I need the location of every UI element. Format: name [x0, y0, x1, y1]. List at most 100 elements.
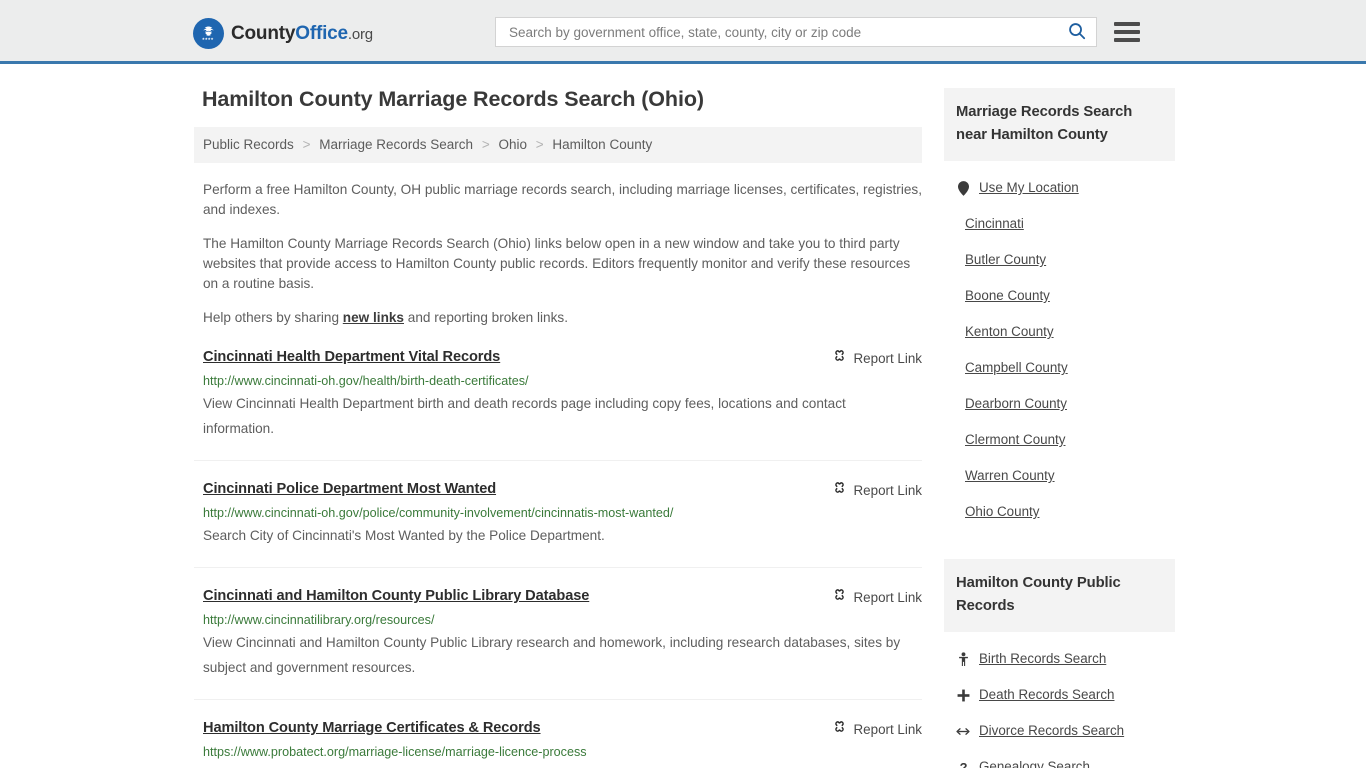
sidebar-item-dearborn-county[interactable]: Dearborn County: [944, 386, 1175, 422]
panel-nearby-searches: Marriage Records Search near Hamilton Co…: [944, 88, 1175, 534]
result-description: View Cincinnati Health Department birth …: [203, 396, 846, 436]
sidebar-link[interactable]: Divorce Records Search: [979, 722, 1124, 740]
page-title: Hamilton County Marriage Records Search …: [202, 87, 704, 111]
result-header: Cincinnati Health Department Vital Recor…: [203, 347, 922, 368]
intro-paragraph-1: Perform a free Hamilton County, OH publi…: [203, 182, 922, 217]
intro-paragraph-2: The Hamilton County Marriage Records Sea…: [203, 236, 911, 291]
breadcrumb-item-ohio[interactable]: Ohio: [498, 137, 527, 152]
sidebar-item-campbell-county[interactable]: Campbell County: [944, 350, 1175, 386]
broken-link-icon: [832, 587, 847, 607]
search-box[interactable]: [495, 17, 1097, 47]
question-mark-icon: ?: [956, 760, 970, 768]
report-link-label: Report Link: [853, 482, 922, 498]
results-list: Cincinnati Health Department Vital Recor…: [194, 347, 922, 768]
panel-public-records: Hamilton County Public Records Birth Rec…: [944, 559, 1175, 768]
report-link-label: Report Link: [853, 350, 922, 366]
sidebar-item-butler-county[interactable]: Butler County: [944, 242, 1175, 278]
sidebar-link[interactable]: Death Records Search: [979, 686, 1114, 704]
sidebar-item-warren-county[interactable]: Warren County: [944, 458, 1175, 494]
svg-text:?: ?: [959, 760, 967, 768]
result-description: View Hamilton County, Ohio marriage cert…: [203, 762, 913, 768]
hamburger-menu-icon[interactable]: [1114, 21, 1140, 43]
panel-public-records-body: Birth Records Search Death Records Searc…: [944, 632, 1175, 768]
sidebar-item-ohio-county[interactable]: Ohio County: [944, 494, 1175, 530]
logo-text-county: County: [231, 22, 296, 44]
breadcrumb-separator: >: [302, 137, 311, 152]
report-link-button[interactable]: Report Link: [832, 587, 922, 607]
main-column: Hamilton County Marriage Records Search …: [194, 64, 922, 768]
cross-icon: [956, 689, 970, 702]
report-link-button[interactable]: Report Link: [832, 348, 922, 368]
site-header: CountyOffice.org: [0, 0, 1366, 64]
help-suffix: and reporting broken links.: [404, 310, 568, 325]
intro-text: Perform a free Hamilton County, OH publi…: [194, 180, 922, 328]
sidebar-link[interactable]: Kenton County: [965, 323, 1054, 341]
result-title-link[interactable]: Cincinnati and Hamilton County Public Li…: [203, 586, 589, 606]
result-item: Cincinnati Health Department Vital Recor…: [194, 347, 922, 461]
result-item: Hamilton County Marriage Certificates & …: [194, 718, 922, 768]
result-url[interactable]: https://www.probatect.org/marriage-licen…: [203, 744, 922, 760]
map-pin-icon: [956, 180, 970, 196]
panel-nearby-body: Use My Location Cincinnati Butler County…: [944, 161, 1175, 534]
page-body: Hamilton County Marriage Records Search …: [0, 64, 1366, 768]
site-logo-text: CountyOffice.org: [231, 23, 373, 45]
result-title-link[interactable]: Hamilton County Marriage Certificates & …: [203, 718, 541, 738]
breadcrumb-item-hamilton-county[interactable]: Hamilton County: [552, 137, 652, 152]
sidebar-item-death-records-search[interactable]: Death Records Search: [944, 677, 1175, 713]
sidebar-item-genealogy-search[interactable]: ? Genealogy Search: [944, 749, 1175, 768]
sidebar-link[interactable]: Genealogy Search: [979, 758, 1090, 768]
sidebar-item-birth-records-search[interactable]: Birth Records Search: [944, 641, 1175, 677]
sidebar-item-cincinnati[interactable]: Cincinnati: [944, 206, 1175, 242]
search-input[interactable]: [507, 19, 1066, 45]
sidebar-item-use-my-location[interactable]: Use My Location: [944, 170, 1175, 206]
result-url[interactable]: http://www.cincinnati-oh.gov/police/comm…: [203, 505, 922, 521]
sidebar-link[interactable]: Campbell County: [965, 359, 1068, 377]
sidebar-item-clermont-county[interactable]: Clermont County: [944, 422, 1175, 458]
sidebar-link[interactable]: Boone County: [965, 287, 1050, 305]
result-url[interactable]: http://www.cincinnati-oh.gov/health/birt…: [203, 373, 922, 389]
result-url[interactable]: http://www.cincinnatilibrary.org/resourc…: [203, 612, 922, 628]
panel-public-records-heading: Hamilton County Public Records: [944, 559, 1175, 632]
sidebar-item-kenton-county[interactable]: Kenton County: [944, 314, 1175, 350]
search-button[interactable]: [1066, 21, 1088, 43]
sidebar-link[interactable]: Dearborn County: [965, 395, 1067, 413]
breadcrumb-separator: >: [535, 137, 544, 152]
breadcrumb-item-marriage-records-search[interactable]: Marriage Records Search: [319, 137, 473, 152]
new-links-link[interactable]: new links: [343, 310, 404, 325]
sidebar-link[interactable]: Birth Records Search: [979, 650, 1106, 668]
broken-link-icon: [832, 480, 847, 500]
report-link-button[interactable]: Report Link: [832, 719, 922, 739]
sidebar-link[interactable]: Clermont County: [965, 431, 1065, 449]
result-header: Cincinnati and Hamilton County Public Li…: [203, 586, 922, 607]
hamburger-bar: [1114, 30, 1140, 34]
report-link-label: Report Link: [853, 721, 922, 737]
result-header: Hamilton County Marriage Certificates & …: [203, 718, 922, 739]
sidebar-link[interactable]: Cincinnati: [965, 215, 1024, 233]
sidebar-link[interactable]: Butler County: [965, 251, 1046, 269]
site-logo[interactable]: CountyOffice.org: [193, 18, 373, 49]
sidebar-link[interactable]: Ohio County: [965, 503, 1039, 521]
logo-text-tld: .org: [347, 25, 373, 43]
hamburger-bar: [1114, 38, 1140, 42]
report-link-button[interactable]: Report Link: [832, 480, 922, 500]
intro-paragraph-3: Help others by sharing new links and rep…: [203, 308, 922, 328]
result-title-link[interactable]: Cincinnati Police Department Most Wanted: [203, 479, 496, 499]
result-item: Cincinnati Police Department Most Wanted: [194, 479, 922, 568]
sidebar-link[interactable]: Use My Location: [979, 179, 1079, 197]
result-title-link[interactable]: Cincinnati Health Department Vital Recor…: [203, 347, 500, 367]
sidebar-link[interactable]: Warren County: [965, 467, 1055, 485]
sidebar: Marriage Records Search near Hamilton Co…: [944, 64, 1175, 768]
breadcrumb-item-public-records[interactable]: Public Records: [203, 137, 294, 152]
result-item: Cincinnati and Hamilton County Public Li…: [194, 586, 922, 700]
split-arrows-icon: [956, 726, 970, 737]
result-header: Cincinnati Police Department Most Wanted: [203, 479, 922, 500]
sidebar-item-boone-county[interactable]: Boone County: [944, 278, 1175, 314]
sidebar-item-divorce-records-search[interactable]: Divorce Records Search: [944, 713, 1175, 749]
result-description: View Cincinnati and Hamilton County Publ…: [203, 635, 901, 675]
report-link-label: Report Link: [853, 589, 922, 605]
broken-link-icon: [832, 719, 847, 739]
eagle-seal-icon: [193, 18, 224, 49]
panel-divider-space: [944, 538, 1175, 559]
breadcrumb-separator: >: [481, 137, 490, 152]
help-prefix: Help others by sharing: [203, 310, 343, 325]
